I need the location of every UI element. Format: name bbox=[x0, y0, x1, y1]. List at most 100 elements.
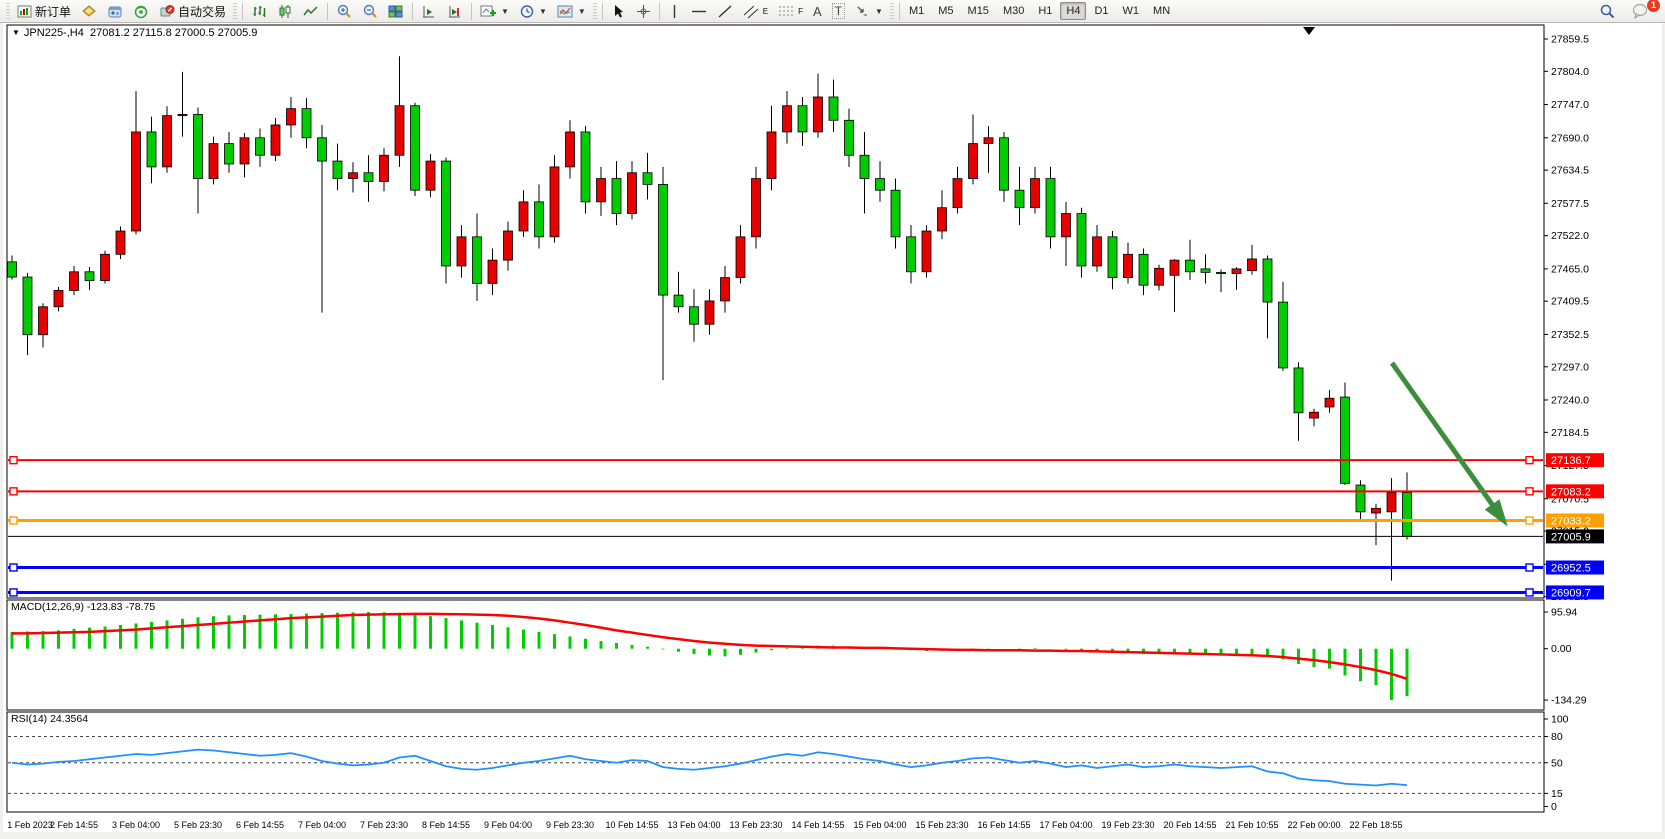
candle-body bbox=[612, 179, 621, 214]
candle-body bbox=[380, 155, 389, 181]
candle-body bbox=[829, 97, 838, 120]
signal-icon bbox=[133, 4, 149, 19]
line-anchor-handle[interactable] bbox=[1526, 457, 1533, 464]
candle-body bbox=[969, 144, 978, 179]
candle-body bbox=[1000, 138, 1009, 190]
line-anchor-handle[interactable] bbox=[1526, 564, 1533, 571]
candle-body bbox=[783, 106, 792, 132]
tab-timeframe-MN[interactable]: MN bbox=[1147, 2, 1176, 20]
fibo-suffix: F bbox=[798, 7, 803, 16]
zoom-out-button[interactable] bbox=[357, 2, 383, 21]
tab-timeframe-M30[interactable]: M30 bbox=[997, 2, 1030, 20]
price-axis-tick-label: 27184.5 bbox=[1551, 427, 1589, 439]
toolbar-grip[interactable] bbox=[233, 3, 237, 20]
main-price-pane[interactable] bbox=[7, 25, 1544, 598]
chevron-down-icon: ▼ bbox=[875, 7, 883, 16]
bar-chart-mode-button[interactable] bbox=[246, 2, 272, 21]
time-axis-label: 15 Feb 23:30 bbox=[915, 820, 968, 830]
candle-body bbox=[953, 179, 962, 208]
trendline-tool-button[interactable] bbox=[712, 2, 738, 21]
line-anchor-handle[interactable] bbox=[10, 488, 17, 495]
price-line-tag-label: 26952.5 bbox=[1551, 563, 1591, 575]
price-axis-tick-label: 27804.0 bbox=[1551, 66, 1589, 78]
tab-timeframe-H4[interactable]: H4 bbox=[1060, 2, 1086, 20]
line-anchor-handle[interactable] bbox=[10, 589, 17, 596]
tab-timeframe-M1[interactable]: M1 bbox=[903, 2, 930, 20]
tab-timeframe-M5[interactable]: M5 bbox=[932, 2, 959, 20]
rsi-axis-tick-label: 80 bbox=[1551, 731, 1563, 743]
price-line-tag-label: 27005.9 bbox=[1551, 531, 1591, 543]
candle-body bbox=[194, 114, 203, 178]
templates-button[interactable]: ▼ bbox=[552, 2, 591, 21]
line-anchor-handle[interactable] bbox=[1526, 589, 1533, 596]
new-chart-button[interactable]: ▼ bbox=[475, 2, 514, 21]
candle-body bbox=[85, 272, 94, 281]
chart-forward-button[interactable] bbox=[416, 2, 442, 21]
periods-button[interactable]: ▼ bbox=[514, 2, 552, 21]
auto-trading-button[interactable]: 自动交易 bbox=[154, 2, 231, 21]
rsi-pane[interactable] bbox=[7, 712, 1544, 812]
search-button[interactable] bbox=[1594, 2, 1621, 21]
new-order-button[interactable]: 新订单 bbox=[12, 2, 76, 21]
line-anchor-handle[interactable] bbox=[1526, 488, 1533, 495]
channel-tool-button[interactable]: E bbox=[738, 2, 773, 21]
notifications-button[interactable]: 1 bbox=[1627, 2, 1655, 21]
chart-end-button[interactable] bbox=[442, 2, 468, 21]
crosshair-tool-button[interactable] bbox=[631, 2, 656, 21]
zoom-in-button[interactable] bbox=[331, 2, 357, 21]
candle-body bbox=[860, 155, 869, 178]
horizontal-line-icon bbox=[691, 4, 707, 19]
toolbar-grip[interactable] bbox=[890, 3, 894, 20]
line-chart-mode-button[interactable] bbox=[298, 2, 324, 21]
search-icon bbox=[1599, 3, 1616, 19]
label-tool-button[interactable]: T bbox=[827, 2, 850, 21]
candle-body bbox=[426, 161, 435, 190]
line-anchor-handle[interactable] bbox=[10, 564, 17, 571]
chart-canvas[interactable]: 27859.527804.027747.027690.027634.527577… bbox=[0, 0, 1665, 839]
data-window-button[interactable] bbox=[102, 2, 128, 21]
hline-tool-button[interactable] bbox=[686, 2, 712, 21]
text-tool-button[interactable]: A bbox=[808, 2, 827, 21]
candle-body bbox=[1093, 237, 1102, 266]
arrows-tool-button[interactable]: ▼ bbox=[850, 2, 888, 21]
tab-timeframe-H1[interactable]: H1 bbox=[1032, 2, 1058, 20]
tile-windows-button[interactable] bbox=[383, 2, 409, 21]
market-watch-button[interactable] bbox=[76, 2, 102, 21]
new-order-label: 新订单 bbox=[35, 3, 71, 20]
toolbar-grip[interactable] bbox=[593, 3, 597, 20]
time-axis-label: 9 Feb 04:00 bbox=[484, 820, 532, 830]
signal-button[interactable] bbox=[128, 2, 154, 21]
candle-body bbox=[132, 132, 141, 231]
tab-timeframe-W1[interactable]: W1 bbox=[1117, 2, 1146, 20]
candle-body bbox=[597, 179, 606, 202]
vline-tool-button[interactable] bbox=[663, 2, 686, 21]
chart-forward-icon bbox=[421, 4, 437, 19]
line-anchor-handle[interactable] bbox=[1526, 517, 1533, 524]
price-line-tag-label: 27083.2 bbox=[1551, 486, 1591, 498]
tab-timeframe-M15[interactable]: M15 bbox=[962, 2, 995, 20]
candle-body bbox=[1062, 214, 1071, 237]
candlestick-mode-button[interactable] bbox=[272, 2, 298, 21]
candle-body bbox=[628, 173, 637, 214]
label-tool-icon: T bbox=[832, 3, 845, 19]
line-anchor-handle[interactable] bbox=[10, 457, 17, 464]
candle-body bbox=[116, 231, 125, 254]
macd-indicator-label: MACD(12,26,9) -123.83 -78.75 bbox=[11, 601, 155, 613]
template-icon bbox=[557, 4, 574, 19]
line-anchor-handle[interactable] bbox=[10, 517, 17, 524]
toolbar-grip[interactable] bbox=[6, 3, 10, 20]
symbol-dropdown-icon[interactable]: ▼ bbox=[12, 28, 20, 37]
time-axis-label: 7 Feb 23:30 bbox=[360, 820, 408, 830]
cursor-tool-button[interactable] bbox=[606, 2, 631, 21]
candle-body bbox=[1310, 412, 1319, 418]
chart-title: ▼JPN225-,H4 27081.2 27115.8 27000.5 2700… bbox=[12, 27, 257, 39]
fibonacci-tool-button[interactable]: F bbox=[773, 2, 808, 21]
price-axis-tick-label: 27522.0 bbox=[1551, 230, 1589, 242]
chevron-down-icon: ▼ bbox=[539, 7, 547, 16]
time-axis-label: 17 Feb 04:00 bbox=[1039, 820, 1092, 830]
candle-body bbox=[504, 231, 513, 260]
candle-body bbox=[581, 132, 590, 202]
candle-body bbox=[845, 120, 854, 155]
bar-chart-icon bbox=[251, 4, 267, 19]
tab-timeframe-D1[interactable]: D1 bbox=[1088, 2, 1114, 20]
